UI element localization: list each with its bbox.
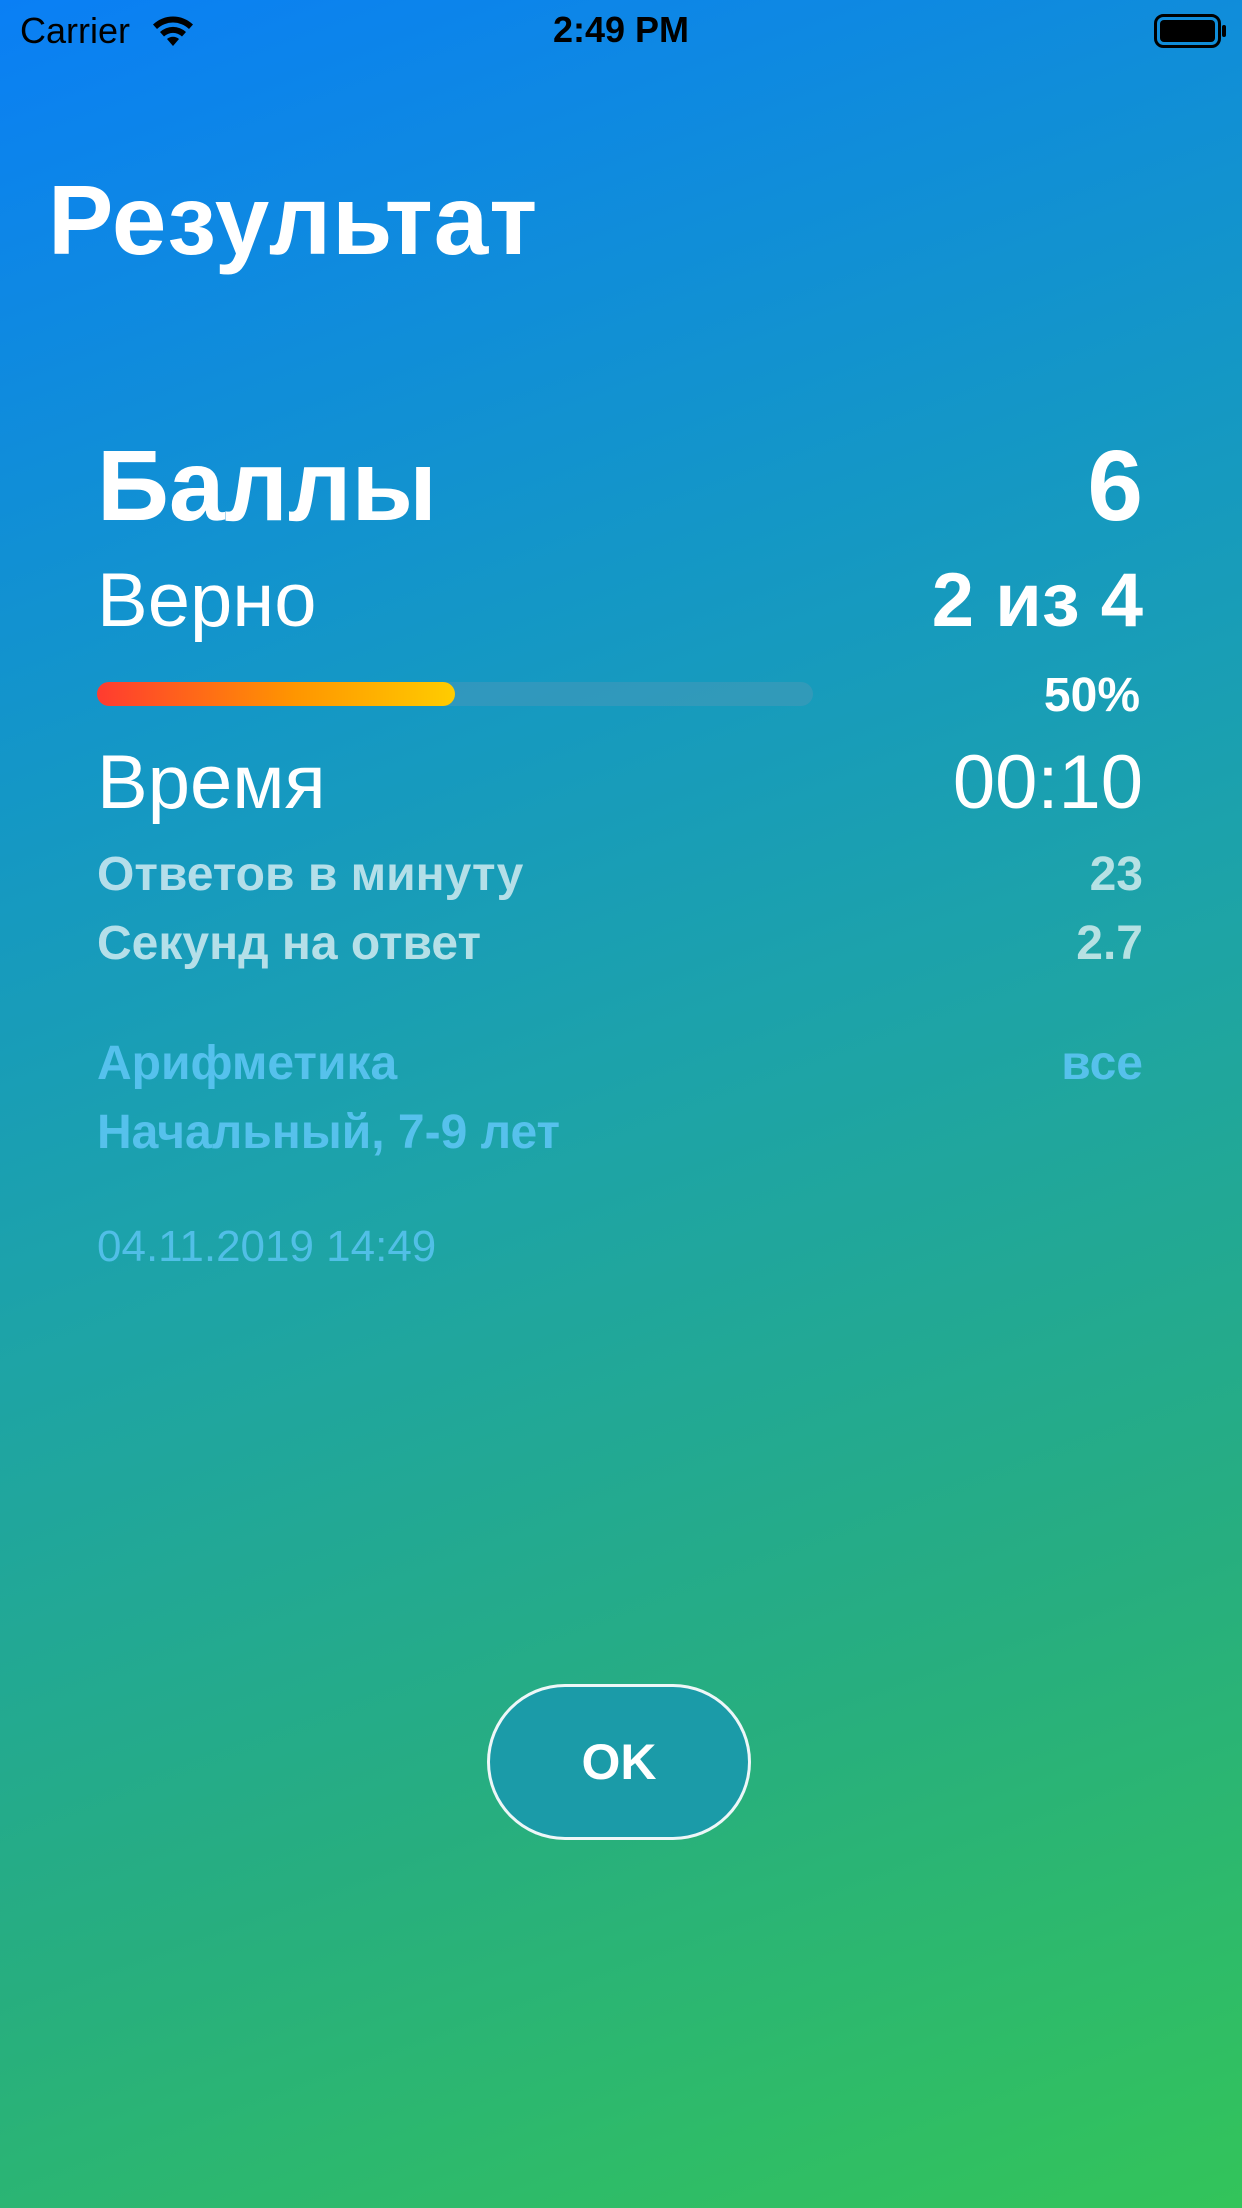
time-label: Время bbox=[97, 740, 326, 825]
seconds-per-answer-row: Секунд на ответ 2.7 bbox=[97, 915, 1143, 973]
progress-bar bbox=[97, 682, 813, 706]
seconds-per-answer-label: Секунд на ответ bbox=[97, 917, 481, 970]
level-row: Начальный, 7-9 лет bbox=[97, 1104, 1143, 1162]
seconds-per-answer-value: 2.7 bbox=[1076, 917, 1143, 970]
correct-row: Верно 2 из 4 bbox=[97, 556, 1143, 646]
status-time: 2:49 PM bbox=[552, 9, 690, 50]
answers-per-minute-label: Ответов в минуту bbox=[97, 848, 524, 901]
time-row: Время 00:10 bbox=[97, 738, 1143, 828]
category-label: Арифметика bbox=[97, 1037, 398, 1090]
answers-per-minute-value: 23 bbox=[1089, 848, 1143, 901]
page-title: Результат bbox=[48, 165, 539, 275]
score-label: Баллы bbox=[97, 430, 437, 542]
score-row: Баллы 6 bbox=[97, 430, 1143, 542]
time-value: 00:10 bbox=[952, 740, 1143, 825]
answers-per-minute-row: Ответов в минуту 23 bbox=[97, 846, 1143, 904]
category-row: Арифметика все bbox=[97, 1035, 1143, 1093]
status-bar: Carrier 2:49 PM bbox=[0, 0, 1242, 62]
progress-percent: 50% bbox=[1043, 669, 1140, 722]
score-value: 6 bbox=[1087, 430, 1143, 542]
battery-icon bbox=[1154, 14, 1226, 48]
ok-button[interactable]: OK bbox=[487, 1684, 751, 1840]
results-screen: Carrier 2:49 PM Результат Баллы 6 Верно … bbox=[0, 0, 1242, 2208]
category-value: все bbox=[1061, 1037, 1143, 1090]
correct-value: 2 из 4 bbox=[931, 558, 1143, 643]
progress-fill bbox=[97, 682, 455, 706]
level-label: Начальный, 7-9 лет bbox=[97, 1106, 561, 1159]
correct-label: Верно bbox=[97, 558, 317, 643]
date-stamp: 04.11.2019 14:49 bbox=[97, 1222, 437, 1271]
